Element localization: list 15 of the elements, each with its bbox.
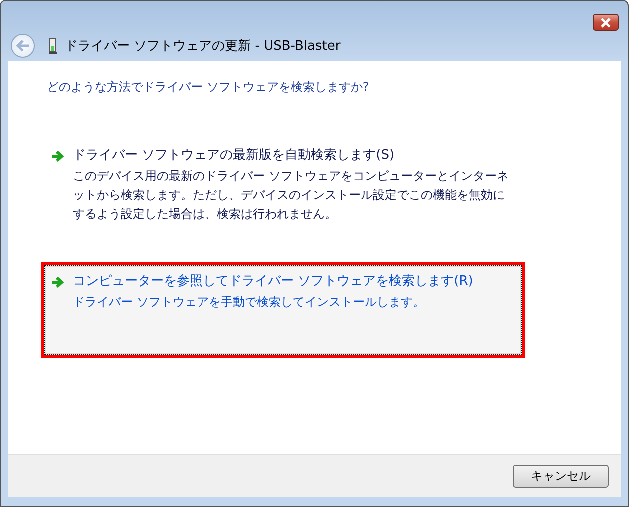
cancel-button[interactable]: キャンセル [513,464,609,488]
option-button[interactable]: ドライバー ソフトウェアの最新版を自動検索します(S) このデバイス用の最新のドライバー ソフトウェアをコンピューターとインターネットから検索します。ただし、デバイスのインストール設定でこの機能を無効にするよう設定した場合は、検索は行われません。 [44,139,522,235]
option-description: このデバイス用の最新のドライバー ソフトウェアをコンピューターとインターネットから検索します。ただし、デバイスのインストール設定でこの機能を無効にするよう設定した場合は、検索は行われません。 [73,168,510,223]
arrow-icon [51,276,65,289]
window-title: ドライバー ソフトウェアの更新 - USB-Blaster [65,38,341,55]
option-title: コンピューターを参照してドライバー ソフトウェアを検索します(R) [73,273,474,290]
option-button[interactable]: コンピューターを参照してドライバー ソフトウェアを検索します(R) ドライバー ソフトウェアを手動で検索してインストールします。 [44,265,522,355]
option-description: ドライバー ソフトウェアを手動で検索してインストールします。 [73,294,426,311]
arrow-icon [51,150,65,163]
close-icon [600,18,612,28]
back-arrow-icon [15,39,31,53]
option-title: ドライバー ソフトウェアの最新版を自動検索します(S) [73,147,396,164]
question-text: どのような方法でドライバー ソフトウェアを検索しますか? [47,79,370,96]
usb-device-icon [49,38,57,54]
close-button[interactable] [593,14,619,31]
